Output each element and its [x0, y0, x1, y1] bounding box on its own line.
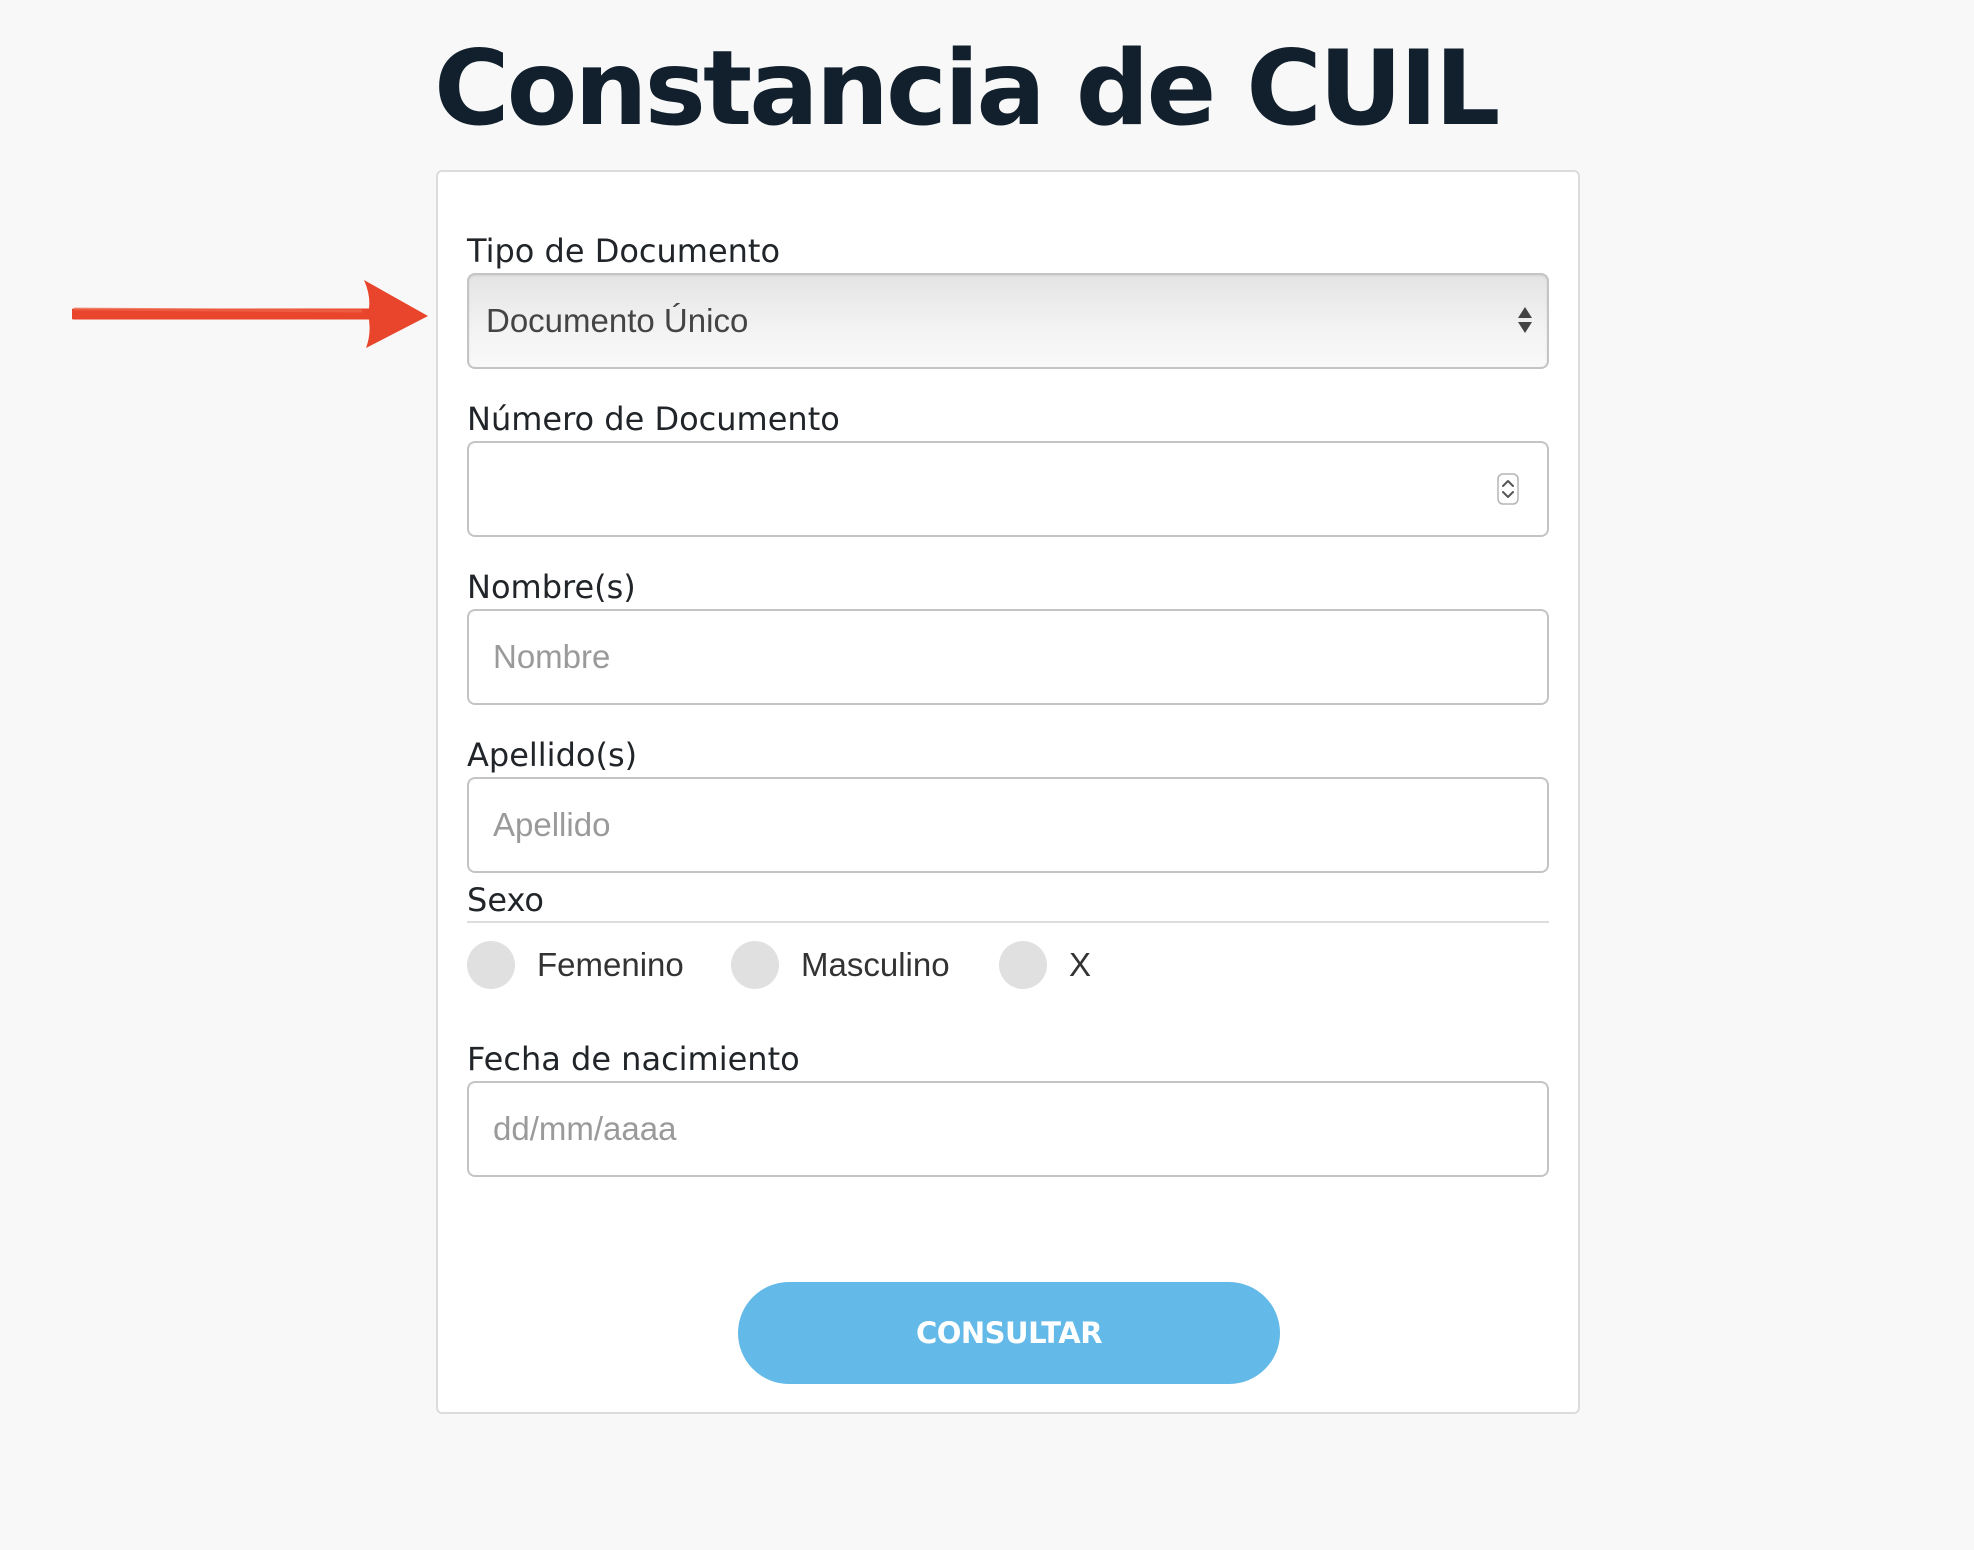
fecha-nacimiento-input[interactable]	[469, 1083, 1547, 1175]
numero-documento-label: Número de Documento	[467, 400, 840, 438]
number-spinner-icon[interactable]	[1497, 473, 1519, 505]
radio-femenino-circle[interactable]	[467, 941, 515, 989]
fecha-nacimiento-field	[467, 1081, 1549, 1177]
select-arrows-icon	[1518, 307, 1532, 333]
apellido-field	[467, 777, 1549, 873]
radio-femenino[interactable]: Femenino	[467, 940, 687, 990]
page-title: Constancia de CUIL	[434, 29, 1500, 149]
nombre-field	[467, 609, 1549, 705]
tipo-documento-selected-value: Documento Único	[486, 302, 749, 339]
radio-x-circle[interactable]	[999, 941, 1047, 989]
radio-femenino-label[interactable]: Femenino	[537, 940, 684, 990]
nombre-input[interactable]	[469, 611, 1547, 703]
consultar-button[interactable]: CONSULTAR	[738, 1282, 1280, 1384]
numero-documento-field	[467, 441, 1549, 537]
nombre-label: Nombre(s)	[467, 568, 636, 606]
numero-documento-input[interactable]	[469, 443, 1547, 535]
radio-masculino[interactable]: Masculino	[731, 940, 961, 990]
radio-x-label[interactable]: X	[1069, 940, 1091, 990]
red-arrow-icon	[72, 280, 428, 348]
fecha-nacimiento-label: Fecha de nacimiento	[467, 1040, 800, 1078]
tipo-documento-select[interactable]: Documento Único	[467, 273, 1549, 369]
apellido-label: Apellido(s)	[467, 736, 638, 774]
sexo-label: Sexo	[467, 881, 544, 919]
radio-masculino-circle[interactable]	[731, 941, 779, 989]
radio-masculino-label[interactable]: Masculino	[801, 940, 950, 990]
apellido-input[interactable]	[469, 779, 1547, 871]
sexo-divider	[467, 921, 1549, 923]
tipo-documento-label: Tipo de Documento	[467, 232, 781, 270]
radio-x[interactable]: X	[999, 940, 1119, 990]
